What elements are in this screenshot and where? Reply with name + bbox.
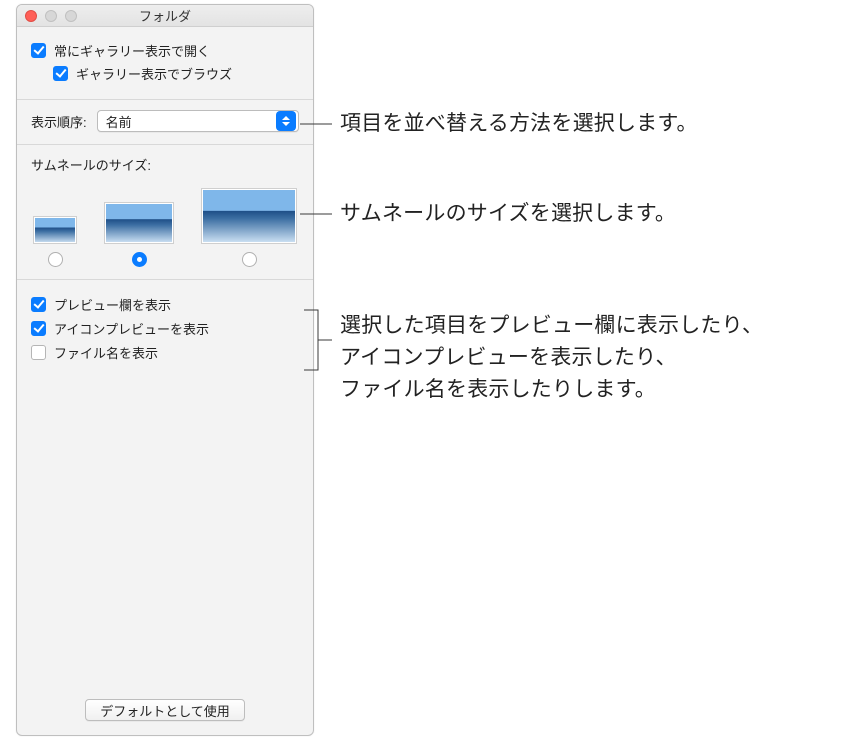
sort-by-value: 名前 — [106, 112, 276, 131]
thumbnail-large — [201, 188, 297, 244]
show-filename-row[interactable]: ファイル名を表示 — [31, 343, 299, 362]
titlebar: フォルダ — [17, 5, 313, 27]
view-options-window: フォルダ 常にギャラリー表示で開く ギャラリー表示でブラウズ 表示順序: — [16, 4, 314, 736]
minimize-icon — [45, 10, 57, 22]
thumbnail-small — [33, 216, 77, 244]
thumbnail-size-label: サムネールのサイズ: — [31, 155, 299, 174]
section-preview-options: プレビュー欄を表示 アイコンプレビューを表示 ファイル名を表示 — [17, 280, 313, 379]
always-open-gallery-label: 常にギャラリー表示で開く — [54, 41, 210, 60]
section-sort: 表示順序: 名前 — [17, 100, 313, 145]
sort-by-label: 表示順序: — [31, 112, 87, 131]
panel-body: 常にギャラリー表示で開く ギャラリー表示でブラウズ 表示順序: 名前 — [17, 27, 313, 735]
show-icon-preview-row[interactable]: アイコンプレビューを表示 — [31, 319, 299, 338]
thumbnail-size-radios — [31, 252, 299, 267]
zoom-icon — [65, 10, 77, 22]
checkbox-icon[interactable] — [53, 66, 68, 81]
callout-sort-by: 項目を並べ替える方法を選択します。 — [340, 108, 698, 140]
sort-by-popup[interactable]: 名前 — [97, 110, 299, 132]
radio-small[interactable] — [48, 252, 63, 267]
section-thumbnail-size: サムネールのサイズ: — [17, 145, 313, 280]
checkbox-icon[interactable] — [31, 345, 46, 360]
section-general: 常にギャラリー表示で開く ギャラリー表示でブラウズ — [17, 27, 313, 100]
use-as-defaults-label: デフォルトとして使用 — [100, 701, 230, 720]
checkbox-icon[interactable] — [31, 297, 46, 312]
close-icon[interactable] — [25, 10, 37, 22]
thumbnail-previews — [31, 188, 299, 244]
radio-medium[interactable] — [132, 252, 147, 267]
traffic-lights — [25, 5, 77, 27]
browse-in-gallery-row[interactable]: ギャラリー表示でブラウズ — [31, 64, 299, 83]
show-preview-column-label: プレビュー欄を表示 — [54, 295, 171, 314]
use-as-defaults-button[interactable]: デフォルトとして使用 — [85, 699, 245, 721]
show-filename-label: ファイル名を表示 — [54, 343, 158, 362]
browse-in-gallery-label: ギャラリー表示でブラウズ — [76, 64, 232, 83]
checkbox-icon[interactable] — [31, 43, 46, 58]
sort-by-row: 表示順序: 名前 — [31, 110, 299, 132]
thumbnail-medium — [104, 202, 174, 244]
checkbox-icon[interactable] — [31, 321, 46, 336]
footer: デフォルトとして使用 — [17, 685, 313, 735]
radio-large[interactable] — [242, 252, 257, 267]
always-open-gallery-row[interactable]: 常にギャラリー表示で開く — [31, 41, 299, 60]
show-icon-preview-label: アイコンプレビューを表示 — [54, 319, 209, 338]
callout-preview-options: 選択した項目をプレビュー欄に表示したり、 アイコンプレビューを表示したり、 ファ… — [340, 310, 763, 406]
show-preview-column-row[interactable]: プレビュー欄を表示 — [31, 295, 299, 314]
callout-thumb-size: サムネールのサイズを選択します。 — [340, 198, 676, 230]
double-arrow-icon — [276, 111, 296, 131]
